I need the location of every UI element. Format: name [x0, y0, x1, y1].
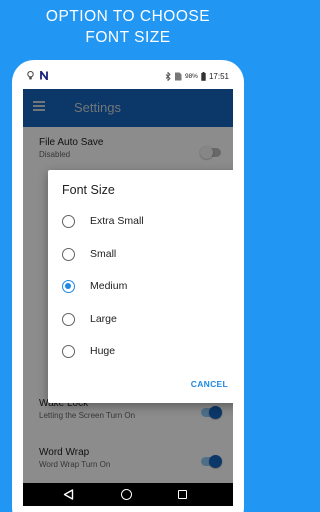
cancel-button[interactable]: CANCEL	[191, 379, 228, 389]
option-label: Small	[90, 248, 117, 260]
option-label: Huge	[90, 345, 116, 357]
battery-percent: 98%	[184, 73, 198, 80]
dialog-title: Font Size	[62, 183, 115, 197]
option-label: Extra Small	[90, 215, 144, 227]
radio-button[interactable]	[62, 344, 75, 358]
radio-button[interactable]	[62, 312, 75, 326]
status-time: 17:51	[208, 72, 229, 81]
status-bar: 98% 17:51	[23, 65, 233, 89]
radio-button-selected[interactable]	[62, 279, 75, 293]
option-label: Medium	[90, 280, 128, 292]
font-size-option-huge[interactable]: Huge	[48, 337, 233, 365]
navigation-bar	[23, 483, 233, 506]
back-icon[interactable]	[63, 489, 74, 500]
font-size-option-extra-small[interactable]: Extra Small	[48, 207, 233, 235]
scrim-overlay	[23, 89, 233, 127]
font-size-option-medium[interactable]: Medium	[48, 272, 233, 300]
font-size-option-small[interactable]: Small	[48, 240, 233, 268]
app-bar: Settings	[23, 89, 233, 127]
radio-button[interactable]	[62, 247, 75, 261]
recents-icon[interactable]	[178, 490, 187, 499]
radio-button[interactable]	[62, 214, 75, 228]
phone-frame: 98% 17:51 Settings File Auto Save Disabl…	[12, 60, 244, 512]
sim-icon	[174, 72, 182, 81]
option-label: Large	[90, 313, 117, 325]
promo-line-1: OPTION TO CHOOSE	[45, 8, 211, 25]
font-size-dialog: Font Size Extra Small Small Medium Large…	[48, 170, 233, 403]
notification-n-icon	[40, 71, 48, 80]
promo-caption: OPTION TO CHOOSE FONT SIZE	[0, 6, 256, 48]
battery-icon	[201, 72, 206, 81]
lightbulb-icon	[27, 71, 34, 80]
promo-line-2: FONT SIZE	[85, 29, 171, 46]
font-size-option-large[interactable]: Large	[48, 305, 233, 333]
bluetooth-icon	[165, 72, 171, 81]
phone-screen: 98% 17:51 Settings File Auto Save Disabl…	[23, 65, 233, 506]
home-icon[interactable]	[121, 489, 132, 500]
